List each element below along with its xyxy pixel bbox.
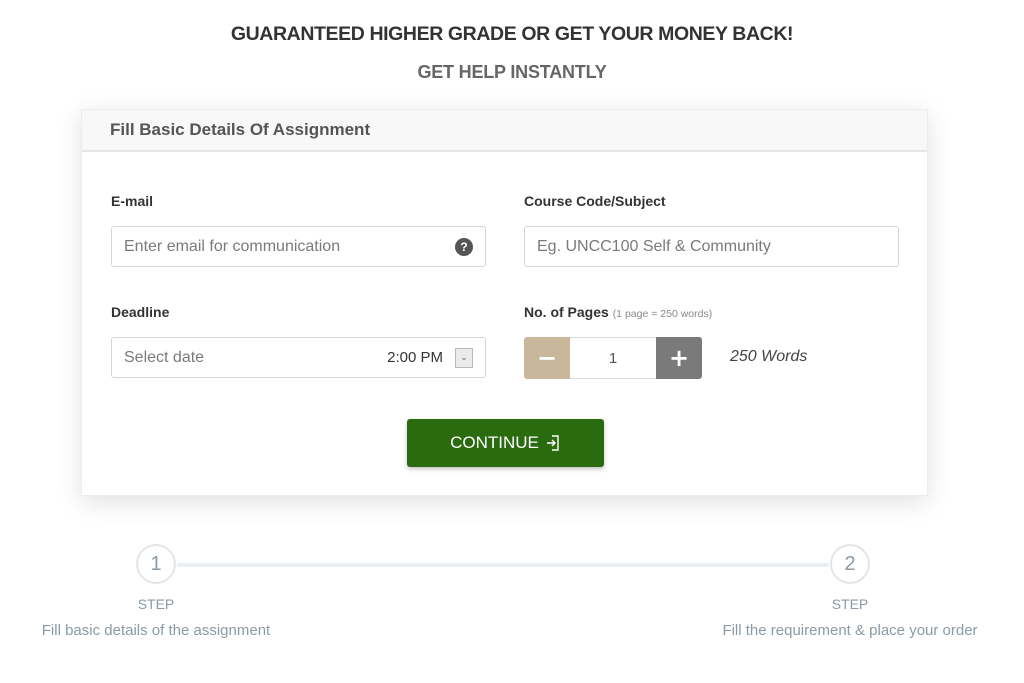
word-count: 250 Words bbox=[730, 348, 808, 365]
card-header: Fill Basic Details Of Assignment bbox=[82, 110, 927, 152]
step-progress-line bbox=[177, 563, 829, 567]
continue-button[interactable]: CONTINUE bbox=[407, 419, 604, 467]
course-label: Course Code/Subject bbox=[524, 193, 666, 209]
chevron-down-icon[interactable]: ⌄ bbox=[455, 347, 473, 368]
deadline-field-wrapper: 2:00 PM ⌄ bbox=[111, 337, 486, 378]
minus-icon: − bbox=[536, 344, 558, 372]
step-2-description: Fill the requirement & place your order bbox=[722, 622, 978, 639]
deadline-time[interactable]: 2:00 PM bbox=[387, 349, 443, 366]
headline: GUARANTEED HIGHER GRADE OR GET YOUR MONE… bbox=[230, 23, 794, 45]
email-field-wrapper: ? bbox=[111, 226, 486, 267]
course-field-wrapper bbox=[524, 226, 899, 267]
step-2-circle: 2 bbox=[830, 544, 870, 584]
email-label: E-mail bbox=[111, 193, 154, 209]
decrement-pages-button[interactable]: − bbox=[524, 337, 570, 379]
email-input[interactable] bbox=[124, 237, 455, 256]
sign-in-icon bbox=[546, 435, 559, 451]
deadline-date-input[interactable] bbox=[124, 348, 388, 367]
pages-label: No. of Pages (1 page = 250 words) bbox=[524, 304, 712, 320]
step-1-description: Fill basic details of the assignment bbox=[41, 622, 271, 639]
question-circle-icon[interactable]: ? bbox=[455, 237, 473, 256]
step-1-circle: 1 bbox=[136, 544, 176, 584]
continue-label: CONTINUE bbox=[450, 433, 539, 452]
deadline-label: Deadline bbox=[111, 304, 170, 320]
page: GUARANTEED HIGHER GRADE OR GET YOUR MONE… bbox=[0, 0, 1024, 683]
card-title: Fill Basic Details Of Assignment bbox=[110, 120, 371, 139]
increment-pages-button[interactable]: + bbox=[656, 337, 702, 379]
plus-icon: + bbox=[668, 344, 690, 372]
pages-stepper: − 1 + bbox=[524, 337, 702, 379]
pages-label-text: No. of Pages bbox=[524, 304, 609, 320]
course-input[interactable] bbox=[537, 237, 886, 256]
step-1-label: STEP bbox=[137, 596, 175, 612]
step-2-label: STEP bbox=[831, 596, 869, 612]
pages-value[interactable]: 1 bbox=[570, 337, 656, 379]
pages-hint: (1 page = 250 words) bbox=[612, 308, 713, 320]
subheadline: GET HELP INSTANTLY bbox=[417, 62, 607, 82]
assignment-form-card: Fill Basic Details Of Assignment E-mail … bbox=[81, 109, 928, 496]
